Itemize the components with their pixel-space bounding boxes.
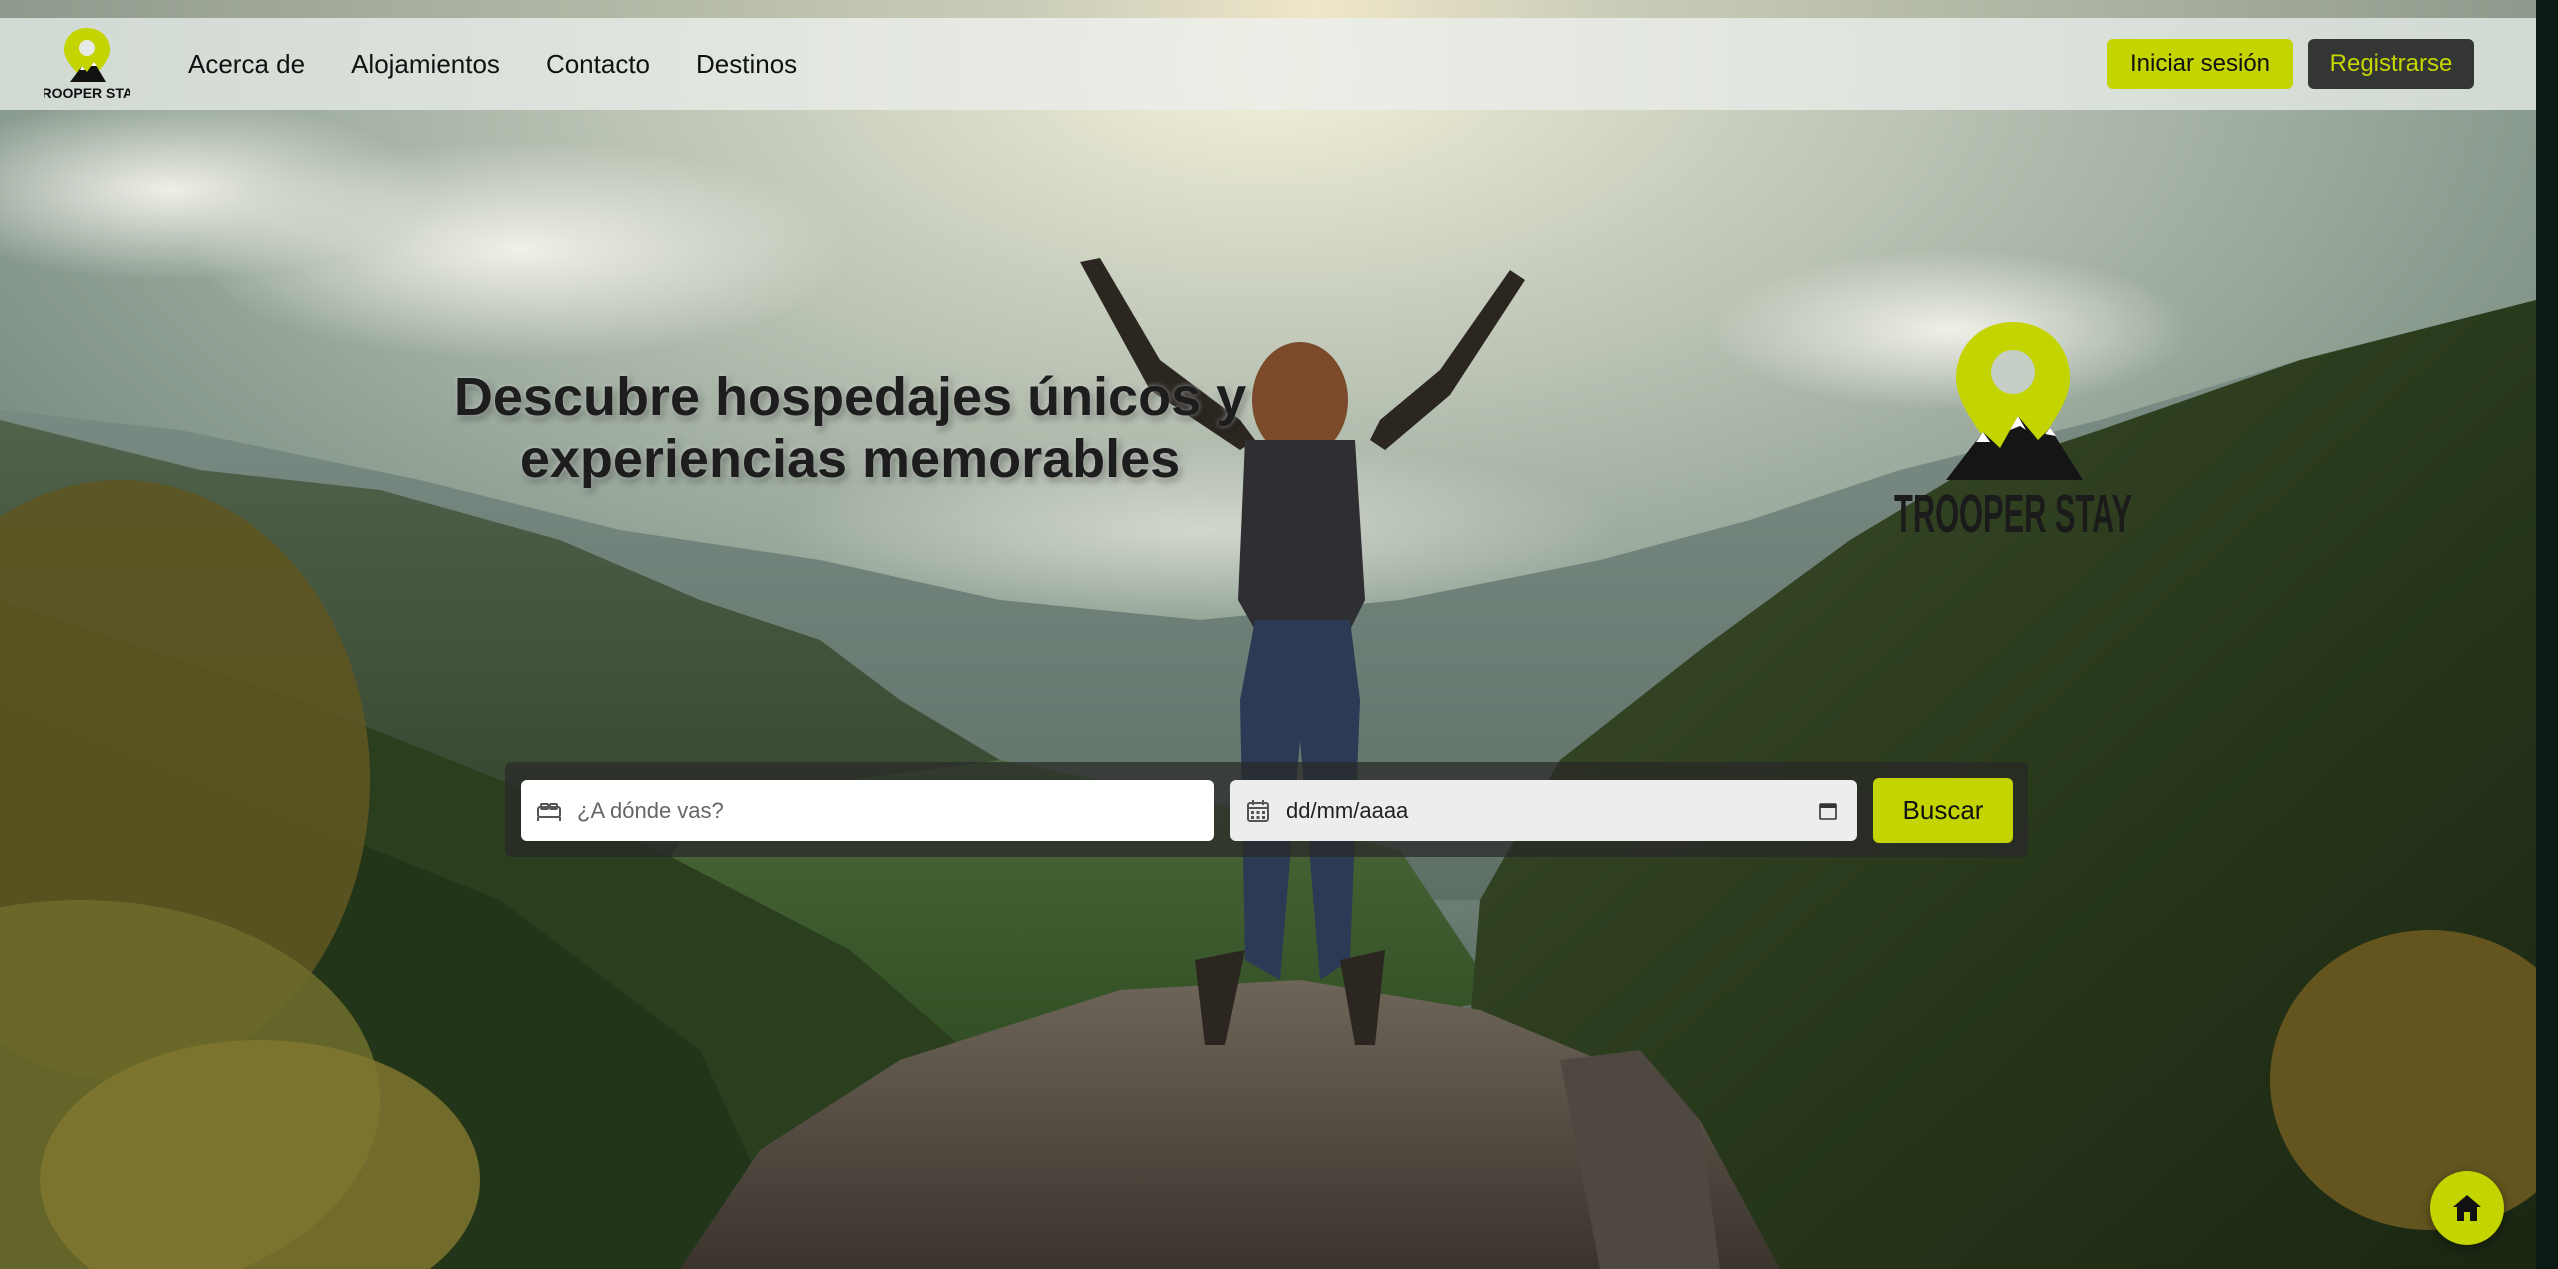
brand-logo-large: TROOPER STAY [1888,320,2138,546]
hero-background [0,0,2536,1269]
home-icon [2453,1195,2481,1221]
nav-link-contacto[interactable]: Contacto [546,49,650,80]
top-edge-strip [0,0,2536,18]
nav-link-alojamientos[interactable]: Alojamientos [351,49,500,80]
page-scroll-edge [2536,0,2558,1269]
search-button[interactable]: Buscar [1873,778,2013,843]
login-button[interactable]: Iniciar sesión [2107,39,2293,89]
nav-link-destinos[interactable]: Destinos [696,49,797,80]
destination-field[interactable] [521,780,1214,841]
brand-logo-small-text: TROOPER STAY [44,85,130,101]
home-fab-button[interactable] [2430,1171,2504,1245]
bed-icon [537,802,561,821]
brand-logo-small[interactable]: TROOPER STAY [33,26,142,104]
top-navbar: TROOPER STAY Acerca de Alojamientos Cont… [0,18,2536,110]
register-button[interactable]: Registrarse [2308,39,2474,89]
hero-headline: Descubre hospedajes únicos y experiencia… [440,366,1260,490]
nav-links: Acerca de Alojamientos Contacto Destinos [188,18,797,110]
date-field[interactable]: dd/mm/aaaa [1230,780,1857,841]
hero-headline-line-1: Descubre hospedajes únicos y [453,367,1247,427]
hero-headline-line-2: experiencias memorables [519,429,1181,489]
calendar-icon [1247,799,1269,822]
nav-link-acerca-de[interactable]: Acerca de [188,49,305,80]
destination-input[interactable] [577,790,1214,831]
brand-logo-large-text: TROOPER STAY [1894,484,2132,544]
date-input[interactable]: dd/mm/aaaa [1286,798,1817,824]
date-picker-icon[interactable] [1817,800,1839,822]
